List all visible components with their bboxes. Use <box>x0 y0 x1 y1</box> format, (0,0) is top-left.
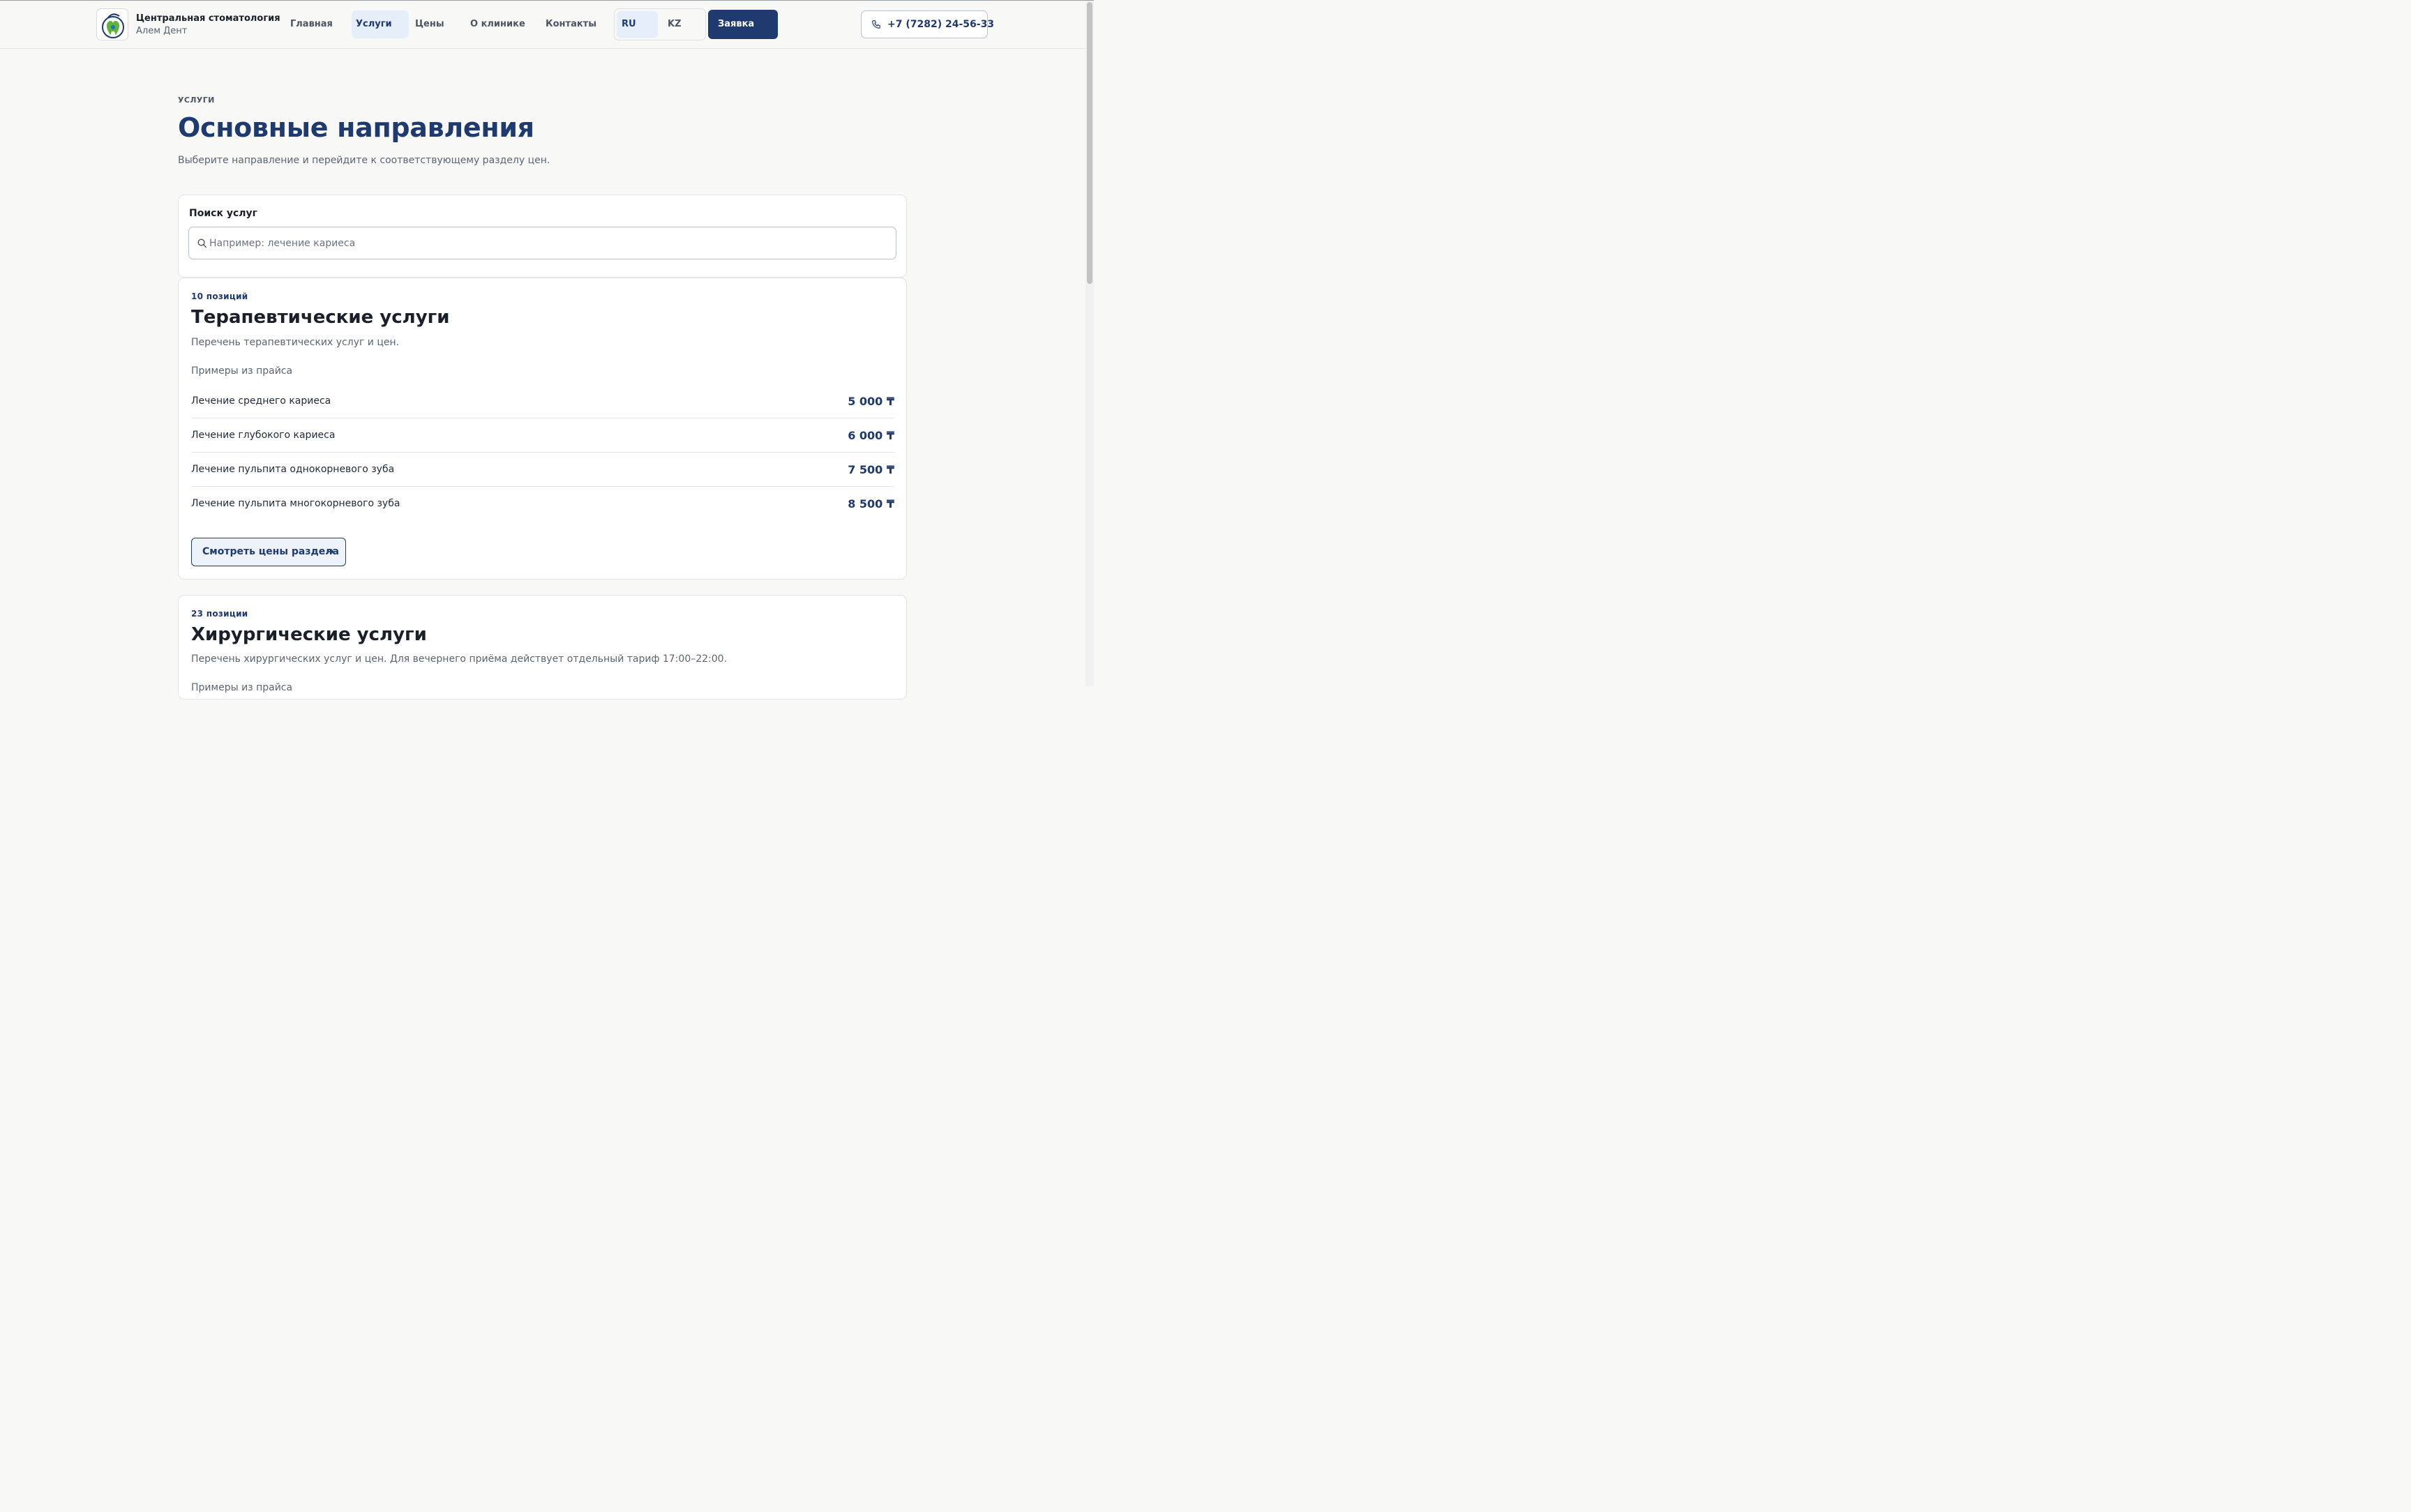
page-scrollbar[interactable] <box>1086 1 1094 686</box>
phone-icon <box>872 20 880 29</box>
nav-home-label: Главная <box>290 19 333 29</box>
brand-subtitle: Алем Дент <box>136 26 188 36</box>
category-title: Хирургические услуги <box>191 624 427 645</box>
nav-services-label: Услуги <box>356 19 392 29</box>
site-header: Центральная стоматология Алем Дент Главн… <box>0 1 1086 49</box>
price-list: Лечение среднего кариеса 5 000 ₸ Лечение… <box>191 384 894 521</box>
page-title: Основные направления <box>178 112 534 143</box>
examples-label: Примеры из прайса <box>191 682 293 693</box>
category-card-therapeutic: 10 позиций Терапевтические услуги Перече… <box>178 278 907 580</box>
arrow-right-icon: → <box>326 547 334 557</box>
search-label: Поиск услуг <box>189 208 257 219</box>
nav-about-label: О клинике <box>470 19 525 29</box>
lang-ru-button[interactable]: RU <box>617 11 658 38</box>
search-icon <box>197 239 207 248</box>
clinic-logo[interactable] <box>96 8 128 40</box>
section-eyebrow: УСЛУГИ <box>178 96 215 105</box>
phone-number: +7 (7282) 24-56-33 <box>887 19 995 30</box>
category-count: 10 позиций <box>191 292 248 301</box>
service-name: Лечение глубокого кариеса <box>191 430 336 441</box>
search-input[interactable] <box>209 228 886 258</box>
service-name: Лечение среднего кариеса <box>191 395 331 407</box>
nav-services[interactable]: Услуги <box>352 10 409 38</box>
service-price: 8 500 ₸ <box>848 497 894 511</box>
nav-prices[interactable]: Цены <box>415 10 444 38</box>
nav-contacts[interactable]: Контакты <box>546 10 596 38</box>
nav-home[interactable]: Главная <box>290 10 333 38</box>
page-subtitle: Выберите направление и перейдите к соотв… <box>178 155 550 166</box>
view-section-prices-button[interactable]: Смотреть цены раздела → <box>191 538 346 566</box>
search-card: Поиск услуг <box>178 195 907 278</box>
brand-title: Центральная стоматология <box>136 13 280 24</box>
category-description: Перечень терапевтических услуг и цен. <box>191 337 400 348</box>
service-price: 5 000 ₸ <box>848 395 894 408</box>
nav-contacts-label: Контакты <box>546 19 596 29</box>
price-row: Лечение глубокого кариеса 6 000 ₸ <box>191 418 894 453</box>
nav-prices-label: Цены <box>415 19 444 29</box>
examples-label: Примеры из прайса <box>191 365 293 377</box>
price-row: Лечение среднего кариеса 5 000 ₸ <box>191 384 894 418</box>
price-row: Лечение пульпита многокорневого зуба 8 5… <box>191 487 894 521</box>
nav-about[interactable]: О клинике <box>470 10 525 38</box>
search-field[interactable] <box>188 227 896 259</box>
price-row: Лечение пульпита однокорневого зуба 7 50… <box>191 453 894 487</box>
scrollbar-thumb[interactable] <box>1087 2 1092 284</box>
service-name: Лечение пульпита многокорневого зуба <box>191 498 400 509</box>
tooth-logo-icon <box>102 13 124 38</box>
service-name: Лечение пульпита однокорневого зуба <box>191 464 395 475</box>
view-section-prices-label: Смотреть цены раздела <box>202 546 339 557</box>
phone-button[interactable]: +7 (7282) 24-56-33 <box>861 10 994 38</box>
order-button[interactable]: Заявка <box>708 10 778 39</box>
category-title: Терапевтические услуги <box>191 307 450 328</box>
lang-kz-button[interactable]: KZ <box>668 11 682 38</box>
service-price: 6 000 ₸ <box>848 429 894 442</box>
category-card-surgical: 23 позиции Хирургические услуги Перечень… <box>178 595 907 700</box>
category-count: 23 позиции <box>191 609 248 619</box>
language-switcher: RU KZ <box>614 8 706 40</box>
service-price: 7 500 ₸ <box>848 463 894 476</box>
category-description: Перечень хирургических услуг и цен. Для … <box>191 653 728 665</box>
